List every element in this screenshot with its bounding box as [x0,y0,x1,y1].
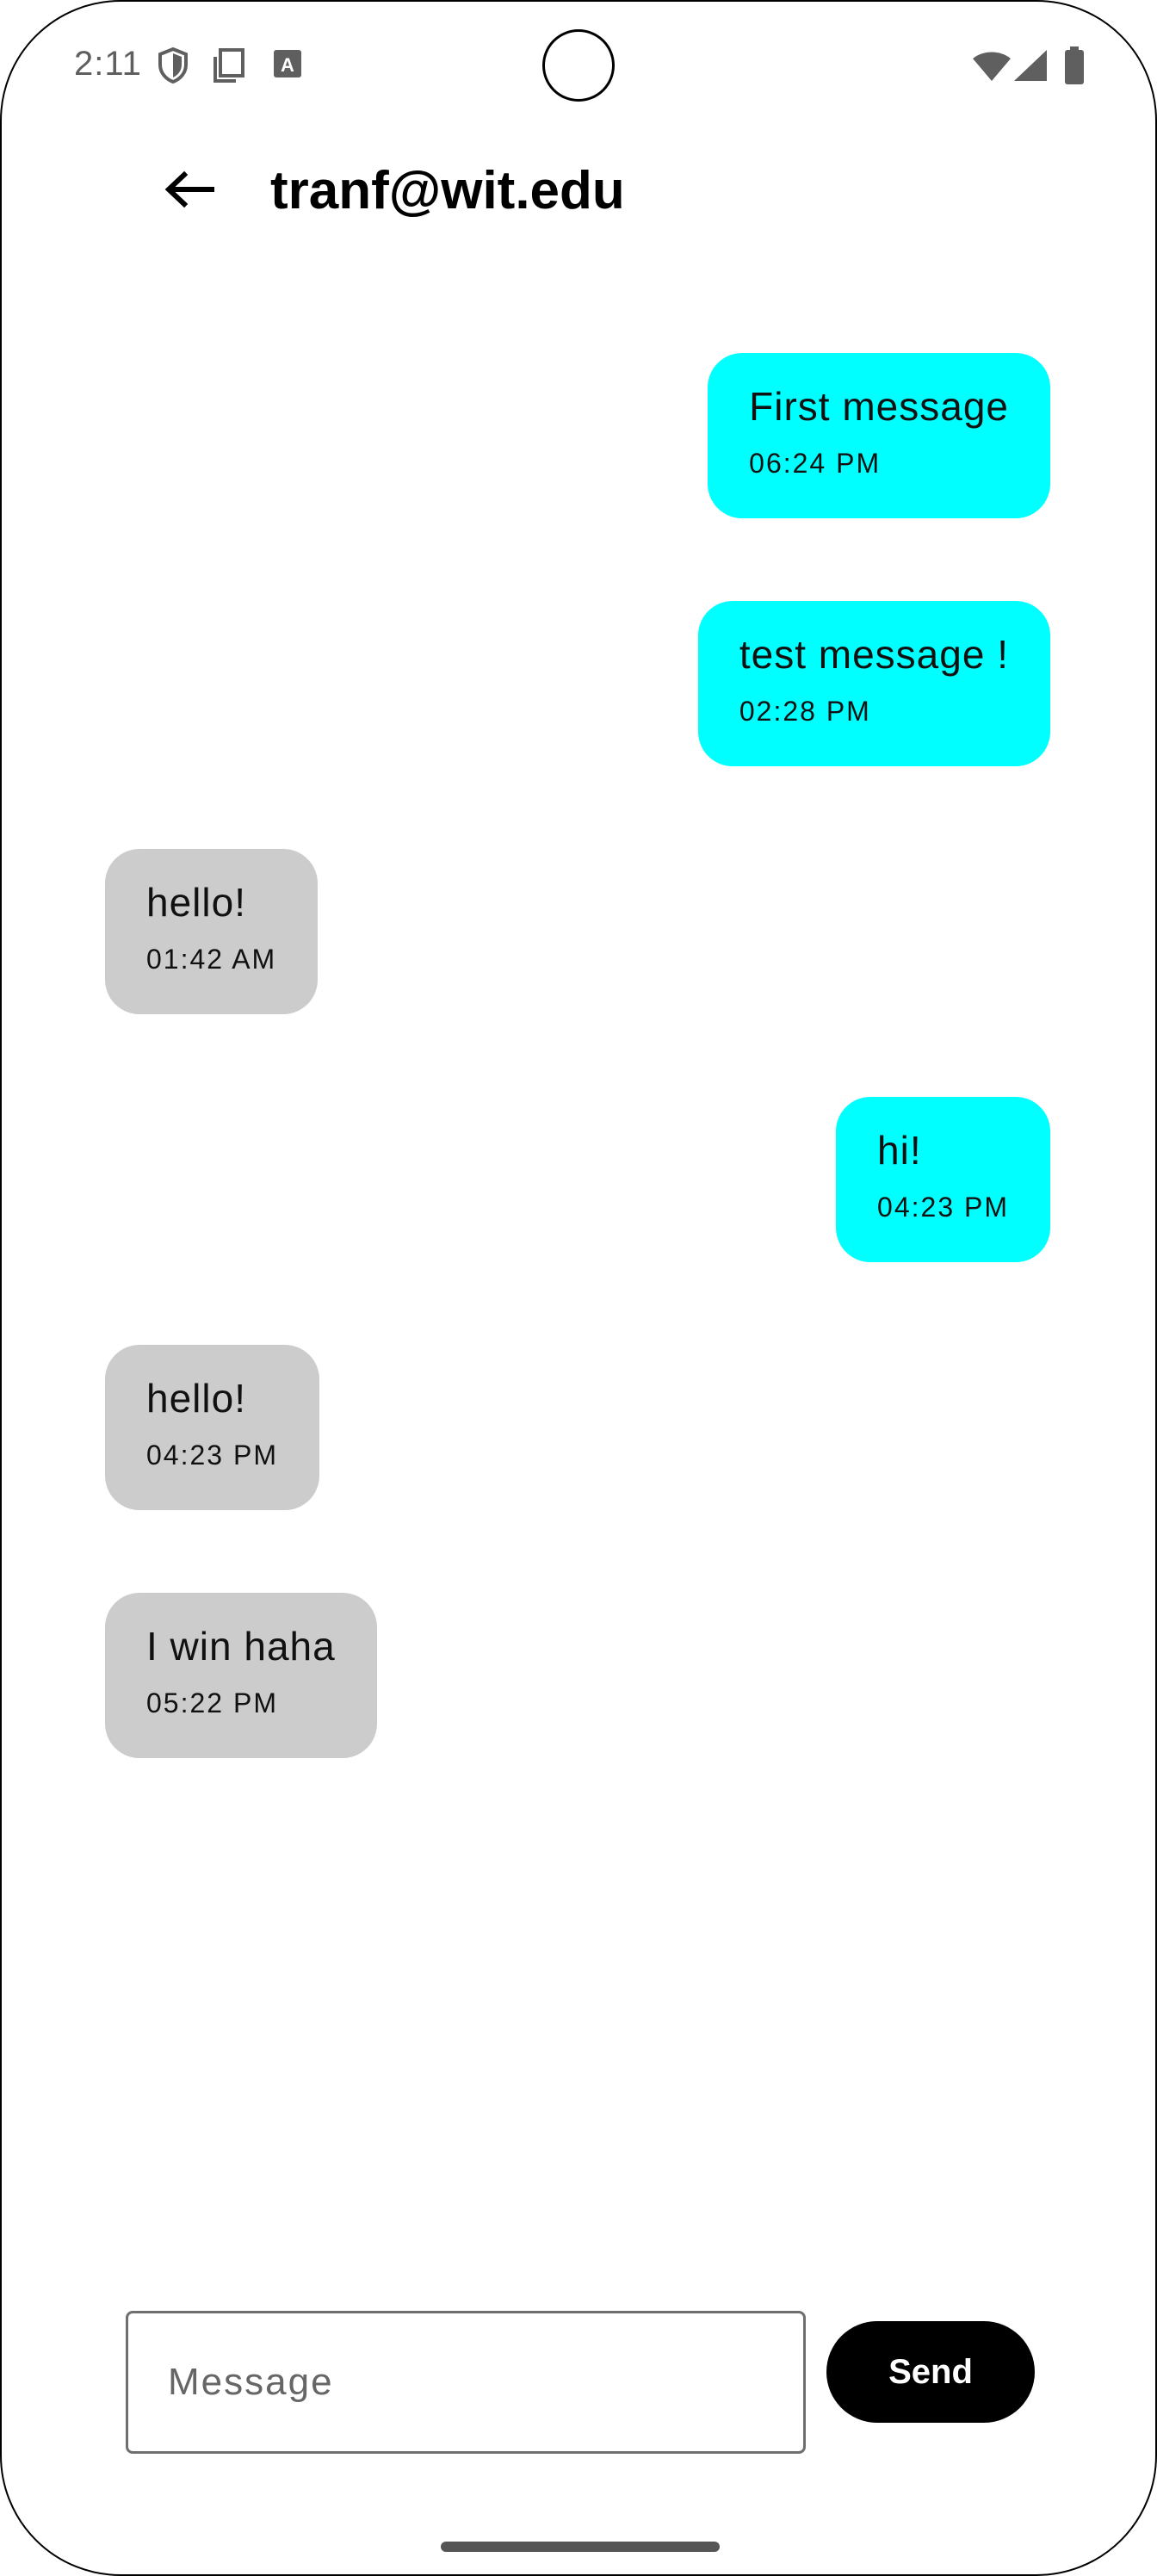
message-text: hello! [146,1376,246,1421]
message-text: test message ! [739,632,1009,677]
message-time: 04:23 PM [146,1440,278,1471]
status-bar: 2:11 A [2,2,1155,131]
message-text: hello! [146,880,246,925]
copy-icon [212,46,246,89]
message-bubble-received[interactable]: I win haha 05:22 PM [105,1593,377,1758]
home-indicator[interactable] [441,2542,720,2552]
back-button[interactable] [146,157,232,226]
cell-signal-icon [1012,48,1049,87]
arrow-left-icon [164,170,215,213]
message-bubble-sent[interactable]: hi! 04:23 PM [836,1097,1050,1262]
message-time: 01:42 AM [146,944,277,975]
message-bubble-sent[interactable]: First message 06:24 PM [708,353,1050,518]
wifi-icon [971,48,1012,87]
message-text: hi! [877,1128,922,1173]
page-title: tranf@wit.edu [270,161,625,220]
shield-icon [157,46,189,89]
message-time: 06:24 PM [749,448,882,479]
battery-icon [1064,46,1085,89]
message-input[interactable] [126,2311,806,2454]
message-time: 05:22 PM [146,1687,278,1718]
message-bubble-sent[interactable]: test message ! 02:28 PM [697,601,1050,766]
device-frame: 2:11 A tranf@wit.edu First message 06:24… [0,0,1157,2576]
message-bubble-received[interactable]: hello! 04:23 PM [105,1345,319,1510]
message-bubble-received[interactable]: hello! 01:42 AM [105,849,319,1014]
message-time: 04:23 PM [877,1192,1009,1223]
message-text: I win haha [146,1624,336,1669]
message-time: 02:28 PM [739,696,871,727]
text-a-icon: A [272,46,303,85]
status-time: 2:11 [74,45,142,83]
message-text: First message [749,384,1009,429]
svg-text:A: A [281,54,294,76]
camera-cutout [542,29,615,102]
app-header: tranf@wit.edu [2,139,1155,243]
send-button[interactable]: Send [826,2321,1035,2423]
